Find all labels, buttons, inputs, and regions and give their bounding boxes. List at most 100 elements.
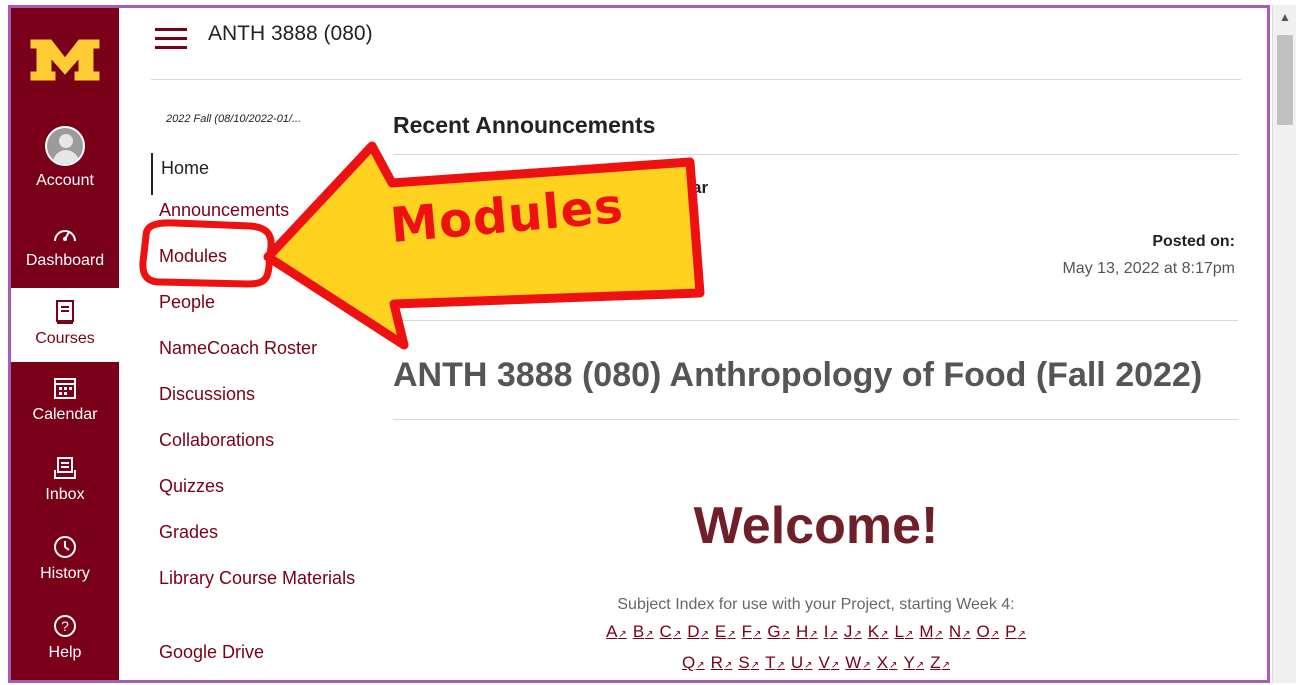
term-label: 2022 Fall (08/10/2022-01/... xyxy=(166,113,302,125)
external-link-icon: ↗ xyxy=(723,660,733,671)
posted-date: May 13, 2022 at 8:17pm xyxy=(1062,260,1235,277)
welcome-heading: Welcome! xyxy=(693,497,939,555)
university-logo[interactable] xyxy=(11,8,119,108)
history-icon xyxy=(51,533,79,561)
help-icon: ? xyxy=(51,612,79,640)
external-link-icon: ↗ xyxy=(829,629,838,640)
external-link-icon: ↗ xyxy=(809,629,818,640)
letter-link-u[interactable]: U↗ xyxy=(791,653,813,672)
external-link-icon: ↗ xyxy=(915,660,925,671)
divider xyxy=(393,320,1238,321)
course-nav-discussions[interactable]: Discussions xyxy=(151,383,361,429)
global-nav-history-label: History xyxy=(40,565,90,582)
letter-link-z[interactable]: Z↗ xyxy=(930,653,950,672)
letter-link-h[interactable]: H↗ xyxy=(796,622,818,641)
reply-link[interactable]: ↰ Reply xyxy=(516,274,578,294)
announcement-title[interactable]: Y... cements will Appear xyxy=(516,178,708,198)
scroll-up-icon[interactable]: ▲ xyxy=(1273,5,1296,29)
global-nav-inbox[interactable]: Inbox xyxy=(11,454,119,504)
global-nav-dashboard[interactable]: Dashboard xyxy=(11,220,119,270)
global-nav-account[interactable]: Account xyxy=(11,126,119,190)
global-nav-help-label: Help xyxy=(48,644,82,661)
letter-link-q[interactable]: Q↗ xyxy=(682,653,705,672)
external-link-icon: ↗ xyxy=(753,629,762,640)
letter-link-v[interactable]: V↗ xyxy=(819,653,840,672)
letter-link-k[interactable]: K↗ xyxy=(868,622,889,641)
external-link-icon: ↗ xyxy=(962,629,971,640)
browser-frame: Account Dashboard Courses Calendar Inbox xyxy=(8,5,1270,683)
divider xyxy=(393,419,1238,420)
letter-link-g[interactable]: G↗ xyxy=(767,622,790,641)
global-nav-courses[interactable]: Courses xyxy=(11,288,119,362)
course-nav-google-drive[interactable]: Google Drive xyxy=(151,641,361,680)
inbox-icon xyxy=(51,454,79,482)
svg-text:?: ? xyxy=(61,618,69,634)
letter-link-s[interactable]: S↗ xyxy=(738,653,759,672)
course-breadcrumb[interactable]: ANTH 3888 (080) xyxy=(208,22,373,46)
global-nav-history[interactable]: History xyxy=(11,533,119,583)
account-avatar xyxy=(45,126,85,166)
letter-link-i[interactable]: I↗ xyxy=(824,622,838,641)
course-nav-quizzes[interactable]: Quizzes xyxy=(151,475,361,521)
course-nav-namecoach-roster[interactable]: NameCoach Roster xyxy=(151,337,361,383)
global-nav-help[interactable]: ? Help xyxy=(11,612,119,662)
course-nav-collaborations[interactable]: Collaborations xyxy=(151,429,361,475)
block-m-logo-icon xyxy=(30,39,100,81)
external-link-icon: ↗ xyxy=(672,629,682,640)
letter-link-p[interactable]: P↗ xyxy=(1005,622,1026,641)
letter-link-x[interactable]: X↗ xyxy=(877,653,898,672)
external-link-icon: ↗ xyxy=(853,629,862,640)
letter-index-row-2: Q↗ R↗ S↗ T↗ U↗ V↗ W↗ X↗ Y↗ Z↗ xyxy=(391,653,1241,673)
divider xyxy=(393,154,1238,155)
letter-link-y[interactable]: Y↗ xyxy=(903,653,924,672)
course-nav-people[interactable]: People xyxy=(151,291,361,337)
letter-link-a[interactable]: A↗ xyxy=(606,622,627,641)
external-link-icon: ↗ xyxy=(618,629,627,640)
letter-link-f[interactable]: F↗ xyxy=(742,622,762,641)
external-link-icon: ↗ xyxy=(700,629,709,640)
letter-link-l[interactable]: L↗ xyxy=(894,622,913,641)
external-link-icon: ↗ xyxy=(781,629,791,640)
external-link-icon: ↗ xyxy=(880,629,889,640)
course-nav-home[interactable]: Home xyxy=(151,153,361,195)
global-nav-calendar-label: Calendar xyxy=(32,406,98,423)
external-link-icon: ↗ xyxy=(934,629,943,640)
letter-link-w[interactable]: W↗ xyxy=(845,653,870,672)
letter-link-e[interactable]: E↗ xyxy=(715,622,736,641)
courses-icon xyxy=(51,298,79,326)
external-link-icon: ↗ xyxy=(645,629,654,640)
external-link-icon: ↗ xyxy=(941,660,950,671)
global-nav-inbox-label: Inbox xyxy=(45,486,85,503)
letter-link-o[interactable]: O↗ xyxy=(977,622,1000,641)
course-nav-announcements[interactable]: Announcements xyxy=(151,199,361,245)
letter-link-t[interactable]: T↗ xyxy=(765,653,785,672)
posted-on-label: Posted on: xyxy=(1152,233,1235,250)
letter-link-r[interactable]: R↗ xyxy=(711,653,733,672)
vertical-scrollbar[interactable]: ▲ xyxy=(1272,5,1296,683)
letter-index-row-1: A↗ B↗ C↗ D↗ E↗ F↗ G↗ H↗ I↗ J↗ K↗ L↗ M↗ N↗ O↗ P↗ xyxy=(391,622,1241,642)
global-nav-calendar[interactable]: Calendar xyxy=(11,374,119,424)
external-link-icon: ↗ xyxy=(750,660,760,671)
letter-link-j[interactable]: J↗ xyxy=(844,622,862,641)
external-link-icon: ↗ xyxy=(830,660,840,671)
external-link-icon: ↗ xyxy=(1017,629,1026,640)
page-title: ANTH 3888 (080) Anthropology of Food (Fa… xyxy=(393,356,1203,394)
letter-link-c[interactable]: C↗ xyxy=(660,622,682,641)
global-nav-dashboard-label: Dashboard xyxy=(25,252,105,269)
external-link-icon: ↗ xyxy=(862,660,871,671)
external-link-icon: ↗ xyxy=(904,629,914,640)
global-nav-courses-label: Courses xyxy=(35,330,95,347)
external-link-icon: ↗ xyxy=(727,629,736,640)
letter-link-m[interactable]: M↗ xyxy=(919,622,943,641)
letter-link-n[interactable]: N↗ xyxy=(949,622,971,641)
global-nav: Account Dashboard Courses Calendar Inbox xyxy=(11,8,119,680)
dashboard-icon xyxy=(51,220,79,248)
course-nav-modules[interactable]: Modules xyxy=(151,245,361,291)
scroll-thumb[interactable] xyxy=(1277,35,1293,125)
course-nav-library-course-materials[interactable]: Library Course Materials xyxy=(151,567,361,641)
hamburger-menu-icon[interactable] xyxy=(155,28,187,50)
course-nav: Home Announcements Modules People NameCo… xyxy=(151,153,361,680)
letter-link-d[interactable]: D↗ xyxy=(687,622,709,641)
letter-link-b[interactable]: B↗ xyxy=(633,622,654,641)
course-nav-grades[interactable]: Grades xyxy=(151,521,361,567)
